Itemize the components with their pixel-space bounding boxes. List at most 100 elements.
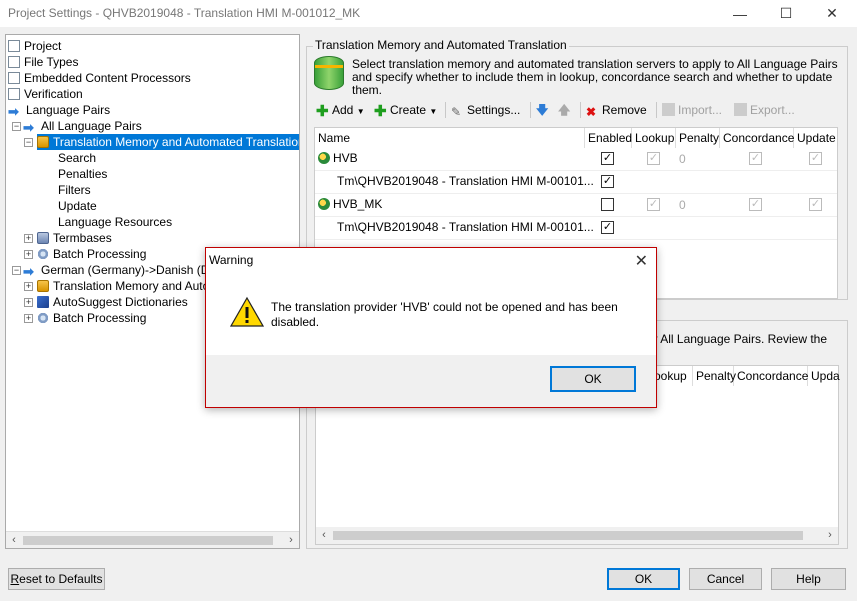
penalty-value[interactable]: 0: [679, 152, 686, 166]
column-header-update[interactable]: Update: [794, 128, 837, 148]
tree-item-tm-automated-translation[interactable]: Translation Memory and Automated Transla…: [37, 134, 299, 150]
tree-item-penalties[interactable]: Penalties: [58, 166, 107, 182]
minimize-button[interactable]: —: [717, 0, 763, 27]
tree-item-language-resources[interactable]: Language Resources: [58, 214, 172, 230]
table-row[interactable]: HVB ✓ ✓ 0 ✓ ✓: [315, 148, 837, 171]
gear-icon: [37, 248, 49, 260]
remove-button[interactable]: ✖ Remove: [586, 100, 647, 120]
tree-item-tm-automated-2[interactable]: Translation Memory and Autom: [37, 278, 219, 294]
group-description: nder All Language Pairs. Review the: [633, 332, 827, 346]
tree-item-embedded-content[interactable]: Embedded Content Processors: [8, 70, 191, 86]
tree-item-batch-processing[interactable]: Batch Processing: [37, 246, 146, 262]
column-header-name[interactable]: Name: [315, 128, 585, 148]
toolbar-separator: [445, 102, 446, 118]
tree-item-all-language-pairs[interactable]: ➡ All Language Pairs: [23, 118, 142, 134]
title-bar: Project Settings - QHVB2019048 - Transla…: [0, 0, 857, 27]
expand-toggle[interactable]: +: [24, 282, 33, 291]
tree-item-autosuggest[interactable]: AutoSuggest Dictionaries: [37, 294, 188, 310]
scroll-right-icon[interactable]: ›: [822, 528, 838, 543]
import-icon: [662, 103, 675, 116]
arrow-icon: ➡: [23, 264, 34, 279]
collapse-toggle[interactable]: −: [12, 266, 21, 275]
lookup-checkbox[interactable]: ✓: [647, 198, 660, 211]
help-button[interactable]: Help: [771, 568, 846, 590]
collapse-toggle[interactable]: −: [12, 122, 21, 131]
concordance-checkbox[interactable]: ✓: [749, 152, 762, 165]
tree-item-language-pairs[interactable]: ➡ Language Pairs: [8, 102, 110, 118]
move-up-icon[interactable]: 🡅: [558, 100, 570, 120]
dialog-title: Warning: [209, 253, 254, 267]
cancel-button[interactable]: Cancel: [689, 568, 762, 590]
scroll-right-icon[interactable]: ›: [283, 533, 299, 548]
tree-item-filters[interactable]: Filters: [58, 182, 91, 198]
tree-horizontal-scrollbar[interactable]: ‹ ›: [6, 531, 299, 548]
import-button[interactable]: Import...: [662, 100, 722, 120]
tree-item-search[interactable]: Search: [58, 150, 96, 166]
concordance-checkbox[interactable]: ✓: [749, 198, 762, 211]
close-window-button[interactable]: ✕: [809, 0, 855, 27]
translation-memory-icon: [37, 136, 49, 148]
table-row[interactable]: HVB_MK ✓ 0 ✓ ✓: [315, 194, 837, 217]
scroll-thumb[interactable]: [23, 536, 273, 545]
tm-description: Select translation memory and automated …: [352, 57, 838, 97]
enabled-checkbox[interactable]: ✓: [601, 175, 614, 188]
scroll-left-icon[interactable]: ‹: [316, 528, 332, 543]
toolbar-separator: [530, 102, 531, 118]
dialog-ok-button[interactable]: OK: [550, 366, 636, 392]
gear-icon: [37, 312, 49, 324]
column-header-lookup[interactable]: ookup: [651, 366, 693, 386]
column-header-concordance[interactable]: Concordance: [720, 128, 794, 148]
enabled-checkbox[interactable]: [601, 198, 614, 211]
scroll-left-icon[interactable]: ‹: [6, 533, 22, 548]
group-title: Translation Memory and Automated Transla…: [313, 38, 569, 52]
create-icon: ✚: [374, 103, 387, 120]
dialog-close-icon[interactable]: ✕: [635, 251, 648, 271]
book-icon: [37, 296, 49, 308]
provider-icon: [318, 152, 330, 164]
tree-item-termbases[interactable]: Termbases: [37, 230, 112, 246]
tree-item-file-types[interactable]: File Types: [8, 54, 78, 70]
expand-toggle[interactable]: +: [24, 298, 33, 307]
ok-button[interactable]: OK: [607, 568, 680, 590]
enabled-checkbox[interactable]: ✓: [601, 152, 614, 165]
grid-horizontal-scrollbar[interactable]: ‹ ›: [316, 527, 838, 544]
create-button[interactable]: ✚ Create ▼: [374, 100, 437, 120]
window-title: Project Settings - QHVB2019048 - Transla…: [8, 6, 361, 20]
provider-icon: [318, 198, 330, 210]
column-header-lookup[interactable]: Lookup: [632, 128, 676, 148]
export-button[interactable]: Export...: [734, 100, 795, 120]
dialog-footer: OK: [206, 355, 656, 407]
tree-item-german-danish[interactable]: ➡ German (Germany)->Danish (Den: [23, 262, 223, 278]
column-header-concordance[interactable]: Concordance: [734, 366, 808, 386]
settings-button[interactable]: ✎ Settings...: [451, 100, 520, 120]
column-header-enabled[interactable]: Enabled: [585, 128, 632, 148]
enabled-checkbox[interactable]: ✓: [601, 221, 614, 234]
expand-toggle[interactable]: +: [24, 314, 33, 323]
collapse-toggle[interactable]: −: [24, 138, 33, 147]
table-row[interactable]: Tm\QHVB2019048 - Translation HMI M-00101…: [315, 171, 837, 194]
column-header-penalty[interactable]: Penalty: [676, 128, 720, 148]
toolbar-separator: [580, 102, 581, 118]
penalty-value[interactable]: 0: [679, 198, 686, 212]
document-icon: [8, 56, 20, 68]
lookup-checkbox[interactable]: ✓: [647, 152, 660, 165]
maximize-button[interactable]: ☐: [763, 0, 809, 27]
table-row[interactable]: Tm\QHVB2019048 - Translation HMI M-00101…: [315, 217, 837, 240]
tree-item-update[interactable]: Update: [58, 198, 97, 214]
add-button[interactable]: ✚ Add ▼: [316, 100, 365, 120]
column-header-update[interactable]: Upda: [808, 366, 840, 386]
arrow-icon: ➡: [23, 120, 34, 135]
move-down-icon[interactable]: 🡇: [536, 100, 548, 120]
reset-to-defaults-button[interactable]: Reset to Defaults: [8, 568, 105, 590]
tree-item-verification[interactable]: Verification: [8, 86, 83, 102]
expand-toggle[interactable]: +: [24, 250, 33, 259]
expand-toggle[interactable]: +: [24, 234, 33, 243]
update-checkbox[interactable]: ✓: [809, 152, 822, 165]
scroll-thumb[interactable]: [333, 531, 803, 540]
tree-item-batch-processing-2[interactable]: Batch Processing: [37, 310, 146, 326]
dropdown-arrow-icon: ▼: [356, 107, 365, 116]
termbase-icon: [37, 232, 49, 244]
tree-item-project[interactable]: Project: [8, 38, 61, 54]
update-checkbox[interactable]: ✓: [809, 198, 822, 211]
column-header-penalty[interactable]: Penalty: [693, 366, 736, 386]
